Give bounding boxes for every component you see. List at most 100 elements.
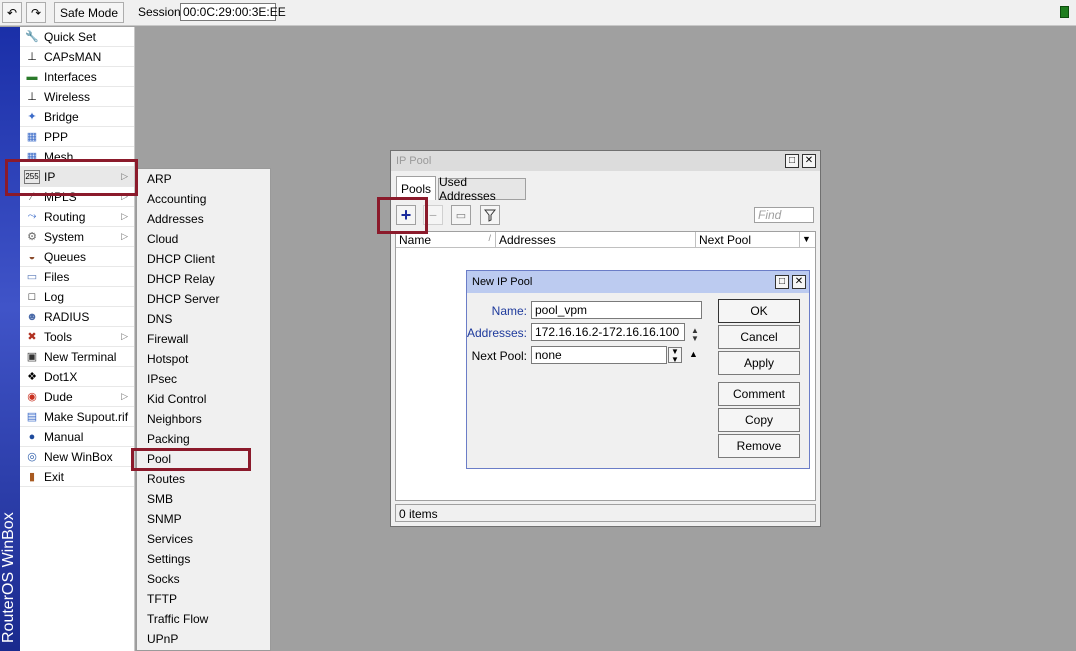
menu-item-label: RADIUS [44, 309, 90, 324]
ppp-icon: ▦ [26, 131, 38, 143]
antenna-icon: ⊥ [27, 51, 37, 63]
maximize-icon[interactable]: □ [785, 154, 799, 168]
submenu-item-tftp[interactable]: TFTP [137, 589, 270, 609]
bridge-icon: ✦ [27, 111, 37, 123]
highlight-pool-item [131, 448, 251, 471]
remove-up-arrow-icon[interactable]: ▲ [689, 349, 698, 359]
submenu-item-routes[interactable]: Routes [137, 469, 270, 489]
menu-item-ppp[interactable]: ▦ PPP [20, 127, 134, 147]
menu-item-radius[interactable]: ☻ RADIUS [20, 307, 134, 327]
ip-pool-window-title: IP Pool [391, 151, 820, 171]
submenu-item-services[interactable]: Services [137, 529, 270, 549]
submenu-item-upnp[interactable]: UPnP [137, 629, 270, 649]
highlight-add-button [377, 197, 428, 234]
submenu-item-smb[interactable]: SMB [137, 489, 270, 509]
submenu-item-arp[interactable]: ARP [137, 169, 270, 189]
column-menu-dropdown-icon[interactable]: ▼ [800, 232, 815, 248]
menu-item-label: Files [44, 269, 70, 284]
maximize-icon[interactable]: □ [775, 275, 789, 289]
submenu-item-dhcp-client[interactable]: DHCP Client [137, 249, 270, 269]
submenu-item-settings[interactable]: Settings [137, 549, 270, 569]
submenu-item-kid-control[interactable]: Kid Control [137, 389, 270, 409]
submenu-item-dhcp-server[interactable]: DHCP Server [137, 289, 270, 309]
submenu-arrow-icon: ▷ [121, 231, 128, 241]
brand-strip: RouterOS WinBox [0, 27, 20, 651]
ip-submenu: ARP Accounting Addresses Cloud DHCP Clie… [136, 168, 271, 651]
undo-icon[interactable]: ↶ [2, 2, 22, 23]
submenu-item-neighbors[interactable]: Neighbors [137, 409, 270, 429]
menu-item-new-winbox[interactable]: ◎ New WinBox [20, 447, 134, 467]
menu-item-quick-set[interactable]: 🔧 Quick Set [20, 27, 134, 47]
menu-item-tools[interactable]: ✖ Tools ▷ [20, 327, 134, 347]
menu-item-label: Log [44, 289, 65, 304]
addresses-field[interactable]: 172.16.16.2-172.16.16.100 [531, 323, 685, 341]
document-icon: ▤ [26, 411, 38, 423]
submenu-item-socks[interactable]: Socks [137, 569, 270, 589]
menu-item-system[interactable]: ⚙ System ▷ [20, 227, 134, 247]
menu-item-wireless[interactable]: ⊥ Wireless [20, 87, 134, 107]
menu-item-log[interactable]: □ Log [20, 287, 134, 307]
name-field[interactable]: pool_vpm [531, 301, 702, 319]
dude-icon: ◉ [27, 391, 37, 403]
next-pool-select[interactable]: none [531, 346, 667, 364]
menu-item-capsman[interactable]: ⊥ CAPsMAN [20, 47, 134, 67]
menu-item-label: Tools [44, 329, 73, 344]
submenu-item-traffic-flow[interactable]: Traffic Flow [137, 609, 270, 629]
submenu-item-accounting[interactable]: Accounting [137, 189, 270, 209]
menu-item-dude[interactable]: ◉ Dude ▷ [20, 387, 134, 407]
menu-item-new-terminal[interactable]: ▣ New Terminal [20, 347, 134, 367]
menu-item-exit[interactable]: ▮ Exit [20, 467, 134, 487]
filter-icon[interactable] [480, 205, 500, 225]
chevron-down-icon[interactable]: ▼ ▼ [668, 347, 682, 364]
submenu-item-addresses[interactable]: Addresses [137, 209, 270, 229]
quick-set-icon: 🔧 [25, 31, 39, 43]
menu-item-interfaces[interactable]: ▬ Interfaces [20, 67, 134, 87]
radius-icon: ☻ [26, 310, 38, 323]
session-value: 00:0C:29:00:3E:EE [180, 3, 286, 21]
menu-item-routing[interactable]: ⤳ Routing ▷ [20, 207, 134, 227]
copy-button[interactable]: Copy [718, 408, 800, 432]
submenu-item-snmp[interactable]: SNMP [137, 509, 270, 529]
redo-icon[interactable]: ↷ [26, 2, 46, 23]
submenu-item-cloud[interactable]: Cloud [137, 229, 270, 249]
menu-item-queues[interactable]: ◒ Queues [20, 247, 134, 267]
apply-button[interactable]: Apply [718, 351, 800, 375]
submenu-item-dhcp-relay[interactable]: DHCP Relay [137, 269, 270, 289]
menu-item-label: Wireless [44, 89, 91, 104]
interfaces-icon: ▬ [26, 70, 38, 83]
menu-item-dot1x[interactable]: ❖ Dot1X [20, 367, 134, 387]
close-icon[interactable]: ✕ [802, 154, 816, 168]
column-header-addresses[interactable]: Addresses [496, 232, 696, 248]
top-toolbar: ↶ ↷ Safe Mode Session: 00:0C:29:00:3E:EE [0, 0, 1076, 26]
column-header-next-pool[interactable]: Next Pool [696, 232, 800, 248]
menu-item-label: New WinBox [44, 449, 113, 464]
menu-item-label: Exit [44, 469, 65, 484]
menu-item-label: Queues [44, 249, 87, 264]
comment-icon[interactable]: ▭ [451, 205, 471, 225]
cancel-button[interactable]: Cancel [718, 325, 800, 349]
spinner-icon[interactable]: ▲ ▼ [689, 327, 701, 343]
close-icon[interactable]: ✕ [792, 275, 806, 289]
menu-item-make-supout[interactable]: ▤ Make Supout.rif [20, 407, 134, 427]
submenu-item-packing[interactable]: Packing [137, 429, 270, 449]
menu-item-files[interactable]: ▭ Files [20, 267, 134, 287]
submenu-item-firewall[interactable]: Firewall [137, 329, 270, 349]
dialog-title: New IP Pool [467, 271, 809, 293]
menu-item-bridge[interactable]: ✦ Bridge [20, 107, 134, 127]
tab-used-addresses[interactable]: Used Addresses [438, 175, 526, 203]
ok-button[interactable]: OK [718, 299, 800, 323]
column-header-name[interactable]: Name / [396, 232, 496, 248]
submenu-item-hotspot[interactable]: Hotspot [137, 349, 270, 369]
safe-mode-button[interactable]: Safe Mode [54, 2, 124, 23]
menu-item-label: New Terminal [44, 349, 117, 364]
submenu-item-dns[interactable]: DNS [137, 309, 270, 329]
menu-item-label: CAPsMAN [44, 49, 102, 64]
main-menu: 🔧 Quick Set ⊥ CAPsMAN ▬ Interfaces ⊥ Wireles… [20, 27, 135, 651]
comment-button[interactable]: Comment [718, 382, 800, 406]
remove-button[interactable]: Remove [718, 434, 800, 458]
new-ip-pool-dialog: New IP Pool □ ✕ Name: pool_vpm Addresses… [466, 270, 810, 469]
menu-item-manual[interactable]: ● Manual [20, 427, 134, 447]
submenu-item-ipsec[interactable]: IPsec [137, 369, 270, 389]
session-label: Session: [138, 5, 185, 19]
find-input[interactable]: Find [754, 207, 814, 223]
